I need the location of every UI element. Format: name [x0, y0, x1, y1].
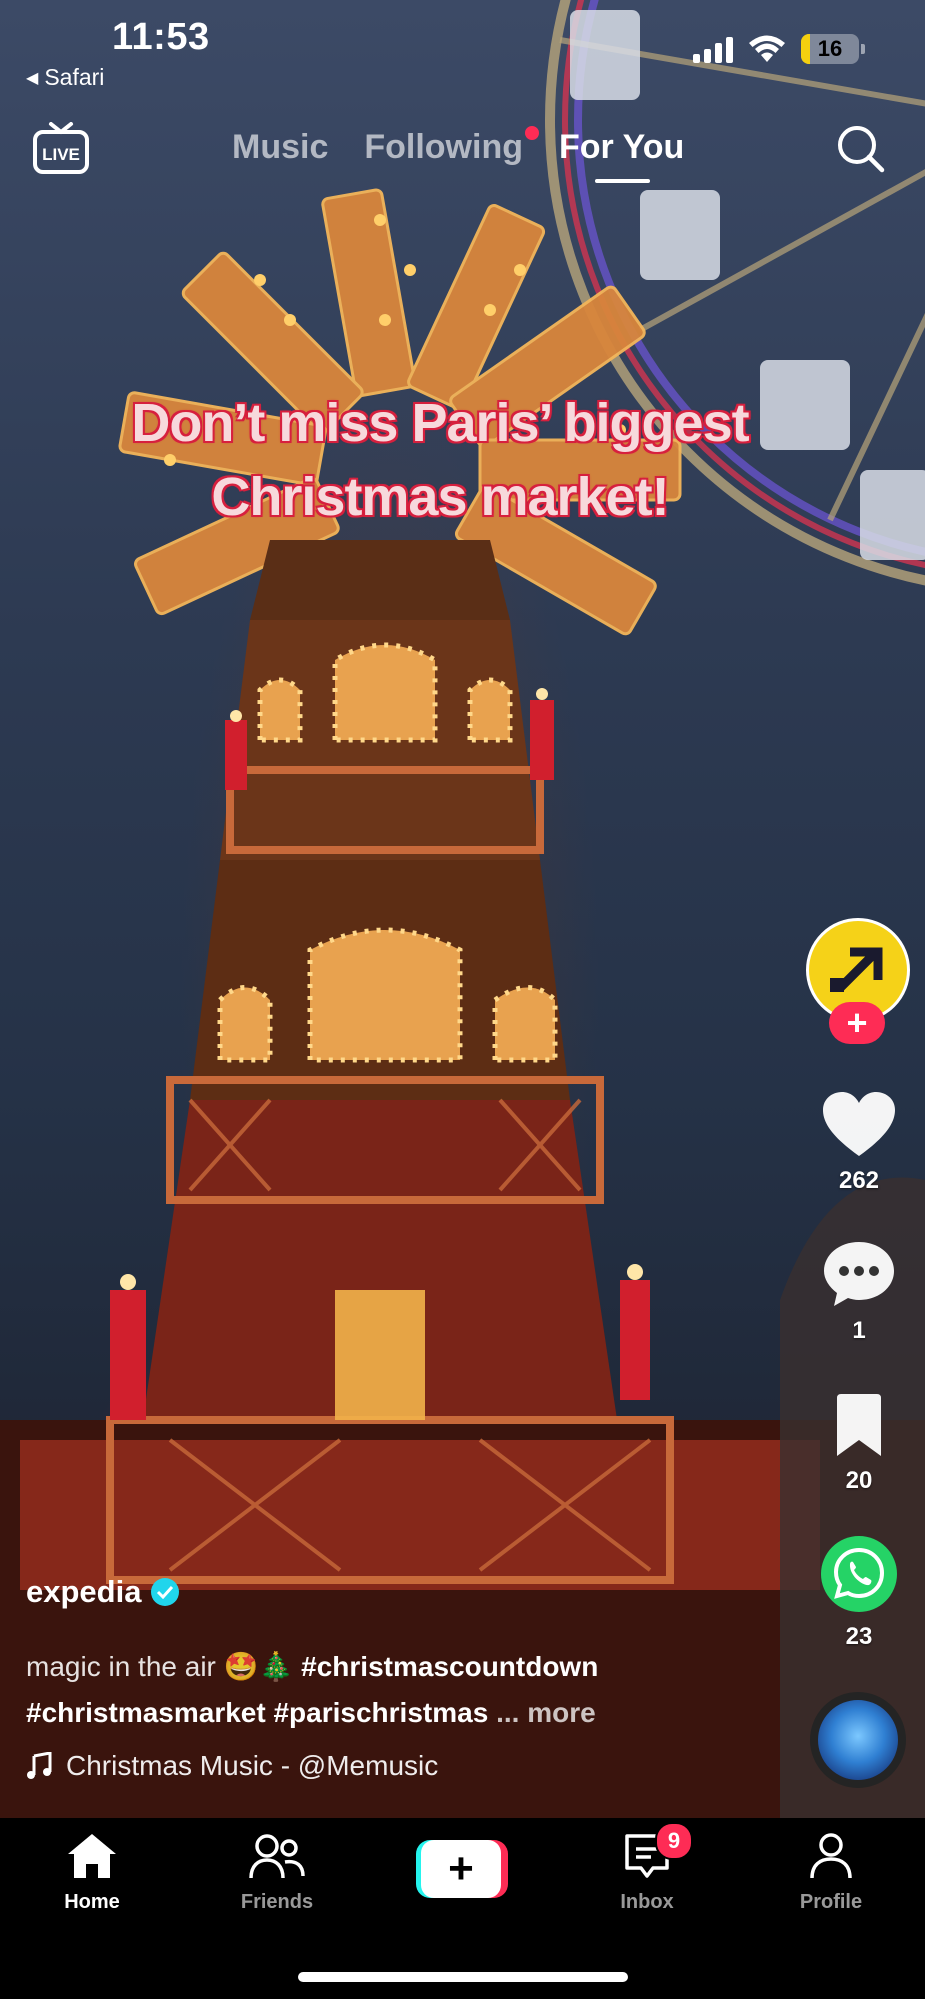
share-count: 23 [845, 1623, 873, 1650]
profile-icon [810, 1833, 852, 1879]
wifi-icon [749, 35, 785, 62]
nav-home[interactable]: Home [22, 1832, 162, 1914]
plus-icon: + [421, 1840, 501, 1898]
hashtag-link[interactable]: #parischristmas [273, 1697, 488, 1728]
bookmark-icon [837, 1394, 881, 1456]
share-button[interactable]: 23 [806, 1534, 912, 1651]
tab-for-you[interactable]: For You [559, 128, 684, 183]
nav-friends[interactable]: Friends [207, 1832, 347, 1914]
hashtag-link[interactable]: #christmasmarket [26, 1697, 266, 1728]
post-description: magic in the air 🤩🎄 #christmascountdown … [26, 1644, 806, 1736]
back-app-label: Safari [44, 64, 105, 90]
battery-cap [861, 44, 865, 54]
live-icon[interactable]: LIVE [33, 122, 89, 174]
tab-following-label: Following [364, 128, 523, 166]
feed-tabs: Music Following For You [232, 126, 684, 183]
more-link[interactable]: more [527, 1697, 595, 1728]
back-triangle-icon: ◀ [26, 69, 39, 87]
nav-inbox-label: Inbox [620, 1891, 674, 1913]
live-label: LIVE [42, 145, 80, 164]
overlay-line-1: Don’t miss Paris’ biggest [131, 393, 749, 453]
cellular-signal-icon [693, 35, 733, 63]
whatsapp-icon [821, 1536, 897, 1612]
like-count: 262 [838, 1167, 880, 1194]
like-button[interactable]: 262 [806, 1090, 912, 1195]
status-time: 11:53 [112, 16, 210, 58]
video-overlay-caption: Don’t miss Paris’ biggest Christmas mark… [60, 386, 820, 534]
home-icon [68, 1834, 116, 1878]
music-note-icon [27, 1752, 52, 1779]
video-scene [0, 0, 925, 1818]
battery-icon: 16 [801, 34, 859, 64]
status-indicators: 16 [693, 34, 865, 64]
description-text: magic in the air 🤩🎄 [26, 1651, 294, 1682]
heart-icon [823, 1092, 895, 1156]
search-icon[interactable] [836, 124, 886, 174]
comment-count: 1 [852, 1317, 866, 1344]
tab-following[interactable]: Following [364, 126, 539, 167]
nav-profile[interactable]: Profile [761, 1832, 901, 1914]
expedia-logo-icon [830, 947, 883, 992]
comment-icon [824, 1242, 894, 1306]
back-to-safari[interactable]: ◀ Safari [26, 64, 104, 91]
new-content-dot [525, 126, 539, 140]
tab-music[interactable]: Music [232, 128, 328, 167]
nav-profile-label: Profile [799, 1891, 863, 1913]
inbox-badge: 9 [655, 1822, 693, 1860]
create-button[interactable]: + [416, 1840, 508, 1898]
comment-button[interactable]: 1 [806, 1240, 912, 1345]
sound-link[interactable]: Christmas Music - @Memusic [26, 1750, 438, 1782]
creator-username-row[interactable]: expedia [26, 1574, 180, 1610]
nav-inbox[interactable]: 9 Inbox [577, 1822, 717, 1914]
sound-disc[interactable] [810, 1692, 906, 1788]
battery-level: 16 [817, 36, 843, 61]
follow-button[interactable]: + [829, 1002, 885, 1044]
description-ellipsis: ... [496, 1697, 520, 1728]
video-player[interactable] [0, 0, 925, 1818]
home-indicator[interactable] [298, 1972, 628, 1982]
nav-home-label: Home [64, 1891, 120, 1913]
friends-icon [249, 1834, 305, 1879]
creator-username[interactable]: expedia [26, 1574, 141, 1610]
sound-title: Christmas Music - @Memusic [66, 1750, 439, 1781]
overlay-line-2: Christmas market! [211, 467, 669, 527]
bookmark-count: 20 [845, 1467, 873, 1494]
nav-friends-label: Friends [240, 1891, 314, 1913]
verified-badge-icon [151, 1578, 180, 1606]
bookmark-button[interactable]: 20 [806, 1394, 912, 1495]
hashtag-link[interactable]: #christmascountdown [301, 1651, 598, 1682]
bottom-navigation: Home Friends + 9 Inbox Profile [0, 1818, 925, 1999]
